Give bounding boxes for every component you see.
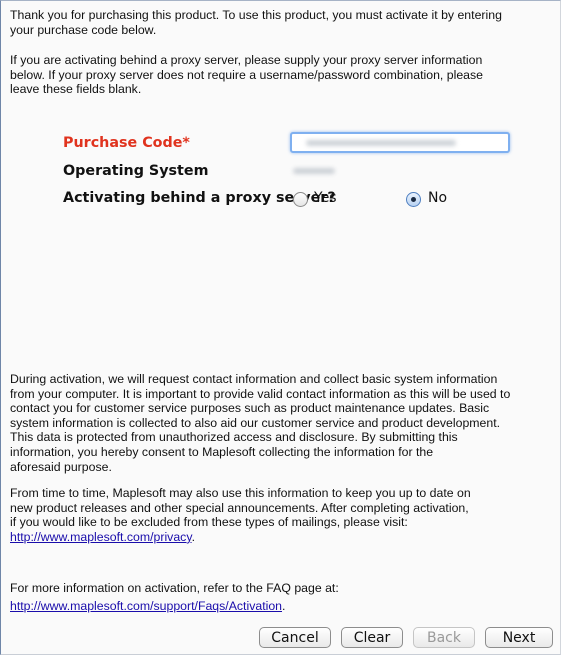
notice-line: system information is collected to also … [10, 415, 501, 430]
intro-line: Thank you for purchasing this product. T… [10, 8, 502, 22]
proxy-info-line: leave these fields blank. [10, 82, 142, 97]
redacted-os-value [293, 168, 335, 174]
next-button[interactable]: Next [485, 627, 553, 648]
mailing-notice: From time to time, Maplesoft may also us… [10, 486, 530, 544]
mailing-line: if you would like to be excluded from th… [10, 515, 408, 530]
faq-link[interactable]: http://www.maplesoft.com/support/Faqs/Ac… [10, 599, 282, 613]
proxy-info-line: below. If your proxy server does not req… [10, 67, 483, 82]
notice-line: information, you hereby consent to Maple… [10, 444, 434, 459]
data-collection-notice: During activation, we will request conta… [10, 372, 555, 474]
mailing-line: new product releases and other special a… [10, 500, 469, 515]
privacy-link[interactable]: http://www.maplesoft.com/privacy [10, 530, 192, 544]
faq-link-line: http://www.maplesoft.com/support/Faqs/Ac… [10, 599, 530, 614]
proxy-yes-label[interactable]: Yes [314, 190, 337, 206]
mailing-line: From time to time, Maplesoft may also us… [10, 486, 471, 500]
privacy-link-period: . [191, 529, 195, 544]
proxy-info-paragraph: If you are activating behind a proxy ser… [10, 53, 530, 97]
notice-line: from your computer. It is important to p… [10, 386, 511, 401]
notice-line: aforesaid purpose. [10, 459, 112, 474]
proxy-no-radio[interactable] [406, 192, 421, 207]
proxy-no-label[interactable]: No [428, 190, 447, 206]
redacted-code-text [306, 140, 456, 146]
intro-line: your purchase code below. [10, 22, 157, 37]
faq-notice: For more information on activation, refe… [10, 581, 530, 613]
proxy-info-line: If you are activating behind a proxy ser… [10, 53, 483, 67]
intro-paragraph: Thank you for purchasing this product. T… [10, 8, 530, 37]
faq-line: For more information on activation, refe… [10, 581, 339, 595]
purchase-code-label: Purchase Code* [63, 135, 190, 151]
privacy-line: http://www.maplesoft.com/privacy. [10, 530, 530, 545]
notice-line: This data is protected from unauthorized… [10, 430, 458, 445]
proxy-yes-radio[interactable] [293, 192, 308, 207]
clear-button[interactable]: Clear [341, 627, 403, 648]
faq-link-period: . [282, 598, 286, 613]
purchase-code-input[interactable] [290, 132, 510, 153]
notice-line: contact you for customer service purpose… [10, 401, 490, 416]
operating-system-label: Operating System [63, 163, 209, 179]
notice-line: During activation, we will request conta… [10, 372, 498, 386]
cancel-button[interactable]: Cancel [259, 627, 331, 648]
back-button[interactable]: Back [413, 627, 475, 648]
activation-dialog: Thank you for purchasing this product. T… [0, 0, 561, 655]
